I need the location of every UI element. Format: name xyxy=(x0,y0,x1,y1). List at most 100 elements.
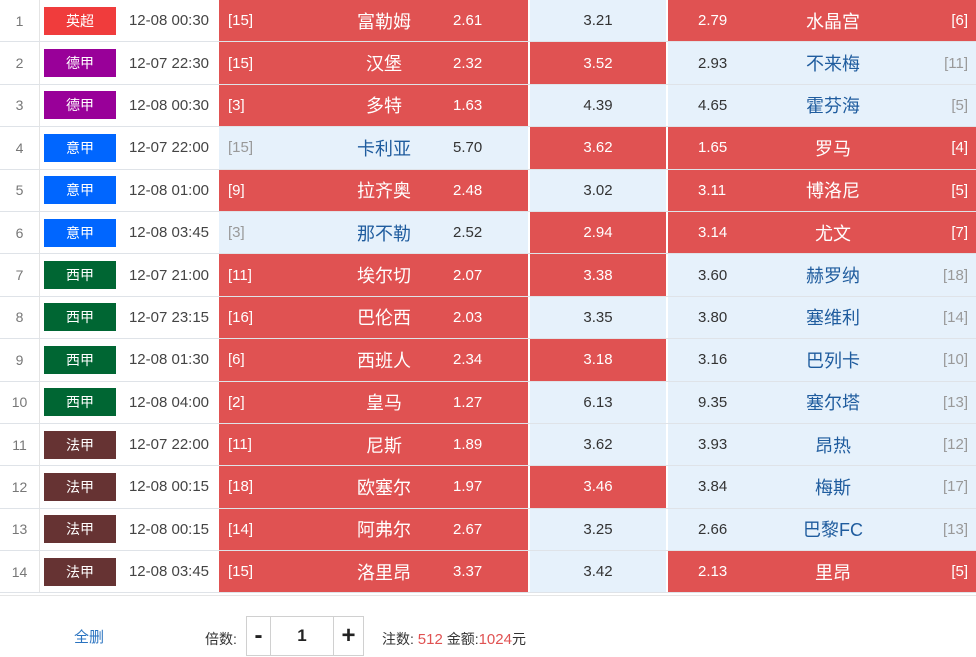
draw-option[interactable]: 6.13 xyxy=(530,381,666,423)
away-win-option[interactable]: 3.84 梅斯 [17] xyxy=(668,466,976,508)
away-rank: [4] xyxy=(951,139,968,157)
multiplier-input[interactable] xyxy=(271,617,333,655)
away-win-option[interactable]: 3.14 尤文 [7] xyxy=(668,211,976,254)
clear-all-button[interactable]: 全删 xyxy=(74,626,104,647)
home-win-option[interactable]: [16] 巴伦西 2.03 xyxy=(219,296,528,339)
draw-option[interactable]: 3.02 xyxy=(530,169,666,211)
away-win-option[interactable]: 9.35 塞尔塔 [13] xyxy=(668,381,976,423)
draw-option[interactable]: 3.62 xyxy=(530,127,666,169)
match-row: 11 法甲 12-07 22:00 [11] 尼斯 1.89 3.62 3.93 昂热 [12] xyxy=(0,423,976,467)
home-win-option[interactable]: [15] 汉堡 2.32 xyxy=(219,42,528,84)
draw-option[interactable]: 4.39 xyxy=(530,84,666,127)
away-odds: 3.14 xyxy=(698,224,728,242)
match-row: 5 意甲 12-08 01:00 [9] 拉齐奥 2.48 3.02 3.11 博洛尼 [5] xyxy=(0,169,976,212)
away-team: 梅斯 xyxy=(815,477,851,498)
home-team: 西班人 xyxy=(357,350,411,371)
home-team: 欧塞尔 xyxy=(357,477,411,498)
home-win-option[interactable]: [15] 洛里昂 3.37 xyxy=(219,551,528,593)
home-win-option[interactable]: [18] 欧塞尔 1.97 xyxy=(219,466,528,508)
home-team: 富勒姆 xyxy=(357,11,411,32)
home-odds: 1.63 xyxy=(453,96,483,114)
away-team: 不来梅 xyxy=(806,54,860,75)
away-win-option[interactable]: 3.93 昂热 [12] xyxy=(668,423,976,466)
home-win-option[interactable]: [14] 阿弗尔 2.67 xyxy=(219,508,528,551)
home-odds: 2.34 xyxy=(453,351,483,369)
home-win-option[interactable]: [3] 多特 1.63 xyxy=(219,84,528,127)
league-badge: 意甲 xyxy=(44,218,116,247)
away-team: 塞维利 xyxy=(806,308,860,329)
away-team: 霍芬海 xyxy=(806,96,860,117)
match-row: 1 英超 12-08 00:30 [15] 富勒姆 2.61 3.21 2.79 水晶宫 [6] xyxy=(0,0,976,43)
away-win-option[interactable]: 2.13 里昂 [5] xyxy=(668,551,976,593)
draw-option[interactable]: 3.52 xyxy=(530,42,666,84)
home-odds: 1.97 xyxy=(453,478,483,496)
home-win-option[interactable]: [3] 那不勒 2.52 xyxy=(219,211,528,254)
draw-odds: 3.52 xyxy=(583,54,613,72)
bets-count: 512 xyxy=(417,631,443,648)
home-rank: [15] xyxy=(228,54,254,72)
home-rank: [2] xyxy=(228,393,245,411)
draw-option[interactable]: 3.62 xyxy=(530,423,666,466)
home-rank: [6] xyxy=(228,351,245,369)
draw-odds: 3.46 xyxy=(583,478,613,496)
home-rank: [15] xyxy=(228,563,254,581)
away-win-option[interactable]: 1.65 罗马 [4] xyxy=(668,127,976,169)
away-win-option[interactable]: 3.80 塞维利 [14] xyxy=(668,296,976,339)
away-win-option[interactable]: 4.65 霍芬海 [5] xyxy=(668,84,976,127)
away-rank: [6] xyxy=(951,12,968,30)
row-number: 11 xyxy=(0,423,40,466)
row-number: 3 xyxy=(0,84,40,127)
away-team: 巴列卡 xyxy=(806,350,860,371)
home-team: 皇马 xyxy=(366,393,402,414)
row-number: 14 xyxy=(0,551,40,593)
away-rank: [5] xyxy=(951,96,968,114)
increase-multiplier-button[interactable]: + xyxy=(333,617,363,655)
draw-option[interactable]: 2.94 xyxy=(530,211,666,254)
away-win-option[interactable]: 2.66 巴黎FC [13] xyxy=(668,508,976,551)
home-win-option[interactable]: [15] 卡利亚 5.70 xyxy=(219,127,528,169)
away-win-option[interactable]: 3.16 巴列卡 [10] xyxy=(668,339,976,381)
away-rank: [12] xyxy=(942,436,968,454)
home-team: 汉堡 xyxy=(366,54,402,75)
home-team: 尼斯 xyxy=(366,435,402,456)
home-win-option[interactable]: [11] 尼斯 1.89 xyxy=(219,423,528,466)
home-rank: [16] xyxy=(228,308,254,326)
draw-option[interactable]: 3.38 xyxy=(530,254,666,296)
league-badge: 西甲 xyxy=(44,388,116,417)
away-win-option[interactable]: 3.60 赫罗纳 [18] xyxy=(668,254,976,296)
home-win-option[interactable]: [11] 埃尔切 2.07 xyxy=(219,254,528,296)
decrease-multiplier-button[interactable]: - xyxy=(247,617,271,655)
bets-label: 注数: xyxy=(382,631,414,647)
match-row: 12 法甲 12-08 00:15 [18] 欧塞尔 1.97 3.46 3.84 梅斯 [17] xyxy=(0,466,976,509)
away-win-option[interactable]: 2.93 不来梅 [11] xyxy=(668,42,976,84)
row-number: 6 xyxy=(0,211,40,254)
home-team: 多特 xyxy=(366,96,402,117)
home-odds: 1.27 xyxy=(453,393,483,411)
match-row: 6 意甲 12-08 03:45 [3] 那不勒 2.52 2.94 3.14 尤文 [7] xyxy=(0,211,976,255)
match-time: 12-07 22:00 xyxy=(128,436,210,454)
away-odds: 1.65 xyxy=(698,139,728,157)
away-win-option[interactable]: 2.79 水晶宫 [6] xyxy=(668,0,976,42)
home-win-option[interactable]: [15] 富勒姆 2.61 xyxy=(219,0,528,42)
league-badge: 法甲 xyxy=(44,430,116,459)
draw-option[interactable]: 3.35 xyxy=(530,296,666,339)
draw-option[interactable]: 3.25 xyxy=(530,508,666,551)
draw-option[interactable]: 3.18 xyxy=(530,339,666,381)
draw-odds: 3.38 xyxy=(583,266,613,284)
league-cell: 法甲 xyxy=(40,424,120,465)
match-time: 12-08 00:30 xyxy=(128,96,210,114)
away-rank: [7] xyxy=(951,224,968,242)
match-time: 12-08 01:00 xyxy=(128,181,210,199)
draw-option[interactable]: 3.21 xyxy=(530,0,666,42)
away-odds: 3.60 xyxy=(698,266,728,284)
home-win-option[interactable]: [9] 拉齐奥 2.48 xyxy=(219,169,528,211)
multiplier-label: 倍数: xyxy=(205,631,237,647)
draw-option[interactable]: 3.46 xyxy=(530,466,666,508)
home-win-option[interactable]: [2] 皇马 1.27 xyxy=(219,381,528,423)
home-win-option[interactable]: [6] 西班人 2.34 xyxy=(219,339,528,381)
row-number: 9 xyxy=(0,339,40,381)
draw-odds: 3.62 xyxy=(583,436,613,454)
home-odds: 2.07 xyxy=(453,266,483,284)
draw-option[interactable]: 3.42 xyxy=(530,551,666,593)
away-win-option[interactable]: 3.11 博洛尼 [5] xyxy=(668,169,976,211)
